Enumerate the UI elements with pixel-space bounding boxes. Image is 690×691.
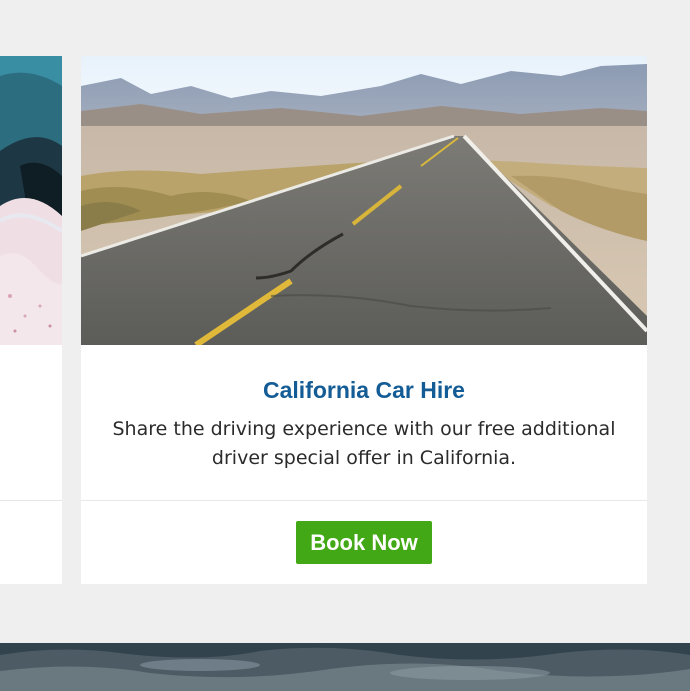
- bottom-banner-image: [0, 643, 690, 691]
- card-divider: [81, 500, 647, 501]
- card-description: Share the driving experience with our fr…: [112, 418, 616, 469]
- card-title[interactable]: California Car Hire: [81, 376, 647, 404]
- previous-card-image: [0, 56, 62, 345]
- book-now-button[interactable]: Book Now: [296, 521, 432, 564]
- previous-card: [0, 56, 62, 584]
- previous-card-divider: [0, 500, 62, 501]
- desert-road-image: [81, 56, 647, 345]
- california-car-hire-card: California Car Hire Share the driving ex…: [81, 56, 647, 584]
